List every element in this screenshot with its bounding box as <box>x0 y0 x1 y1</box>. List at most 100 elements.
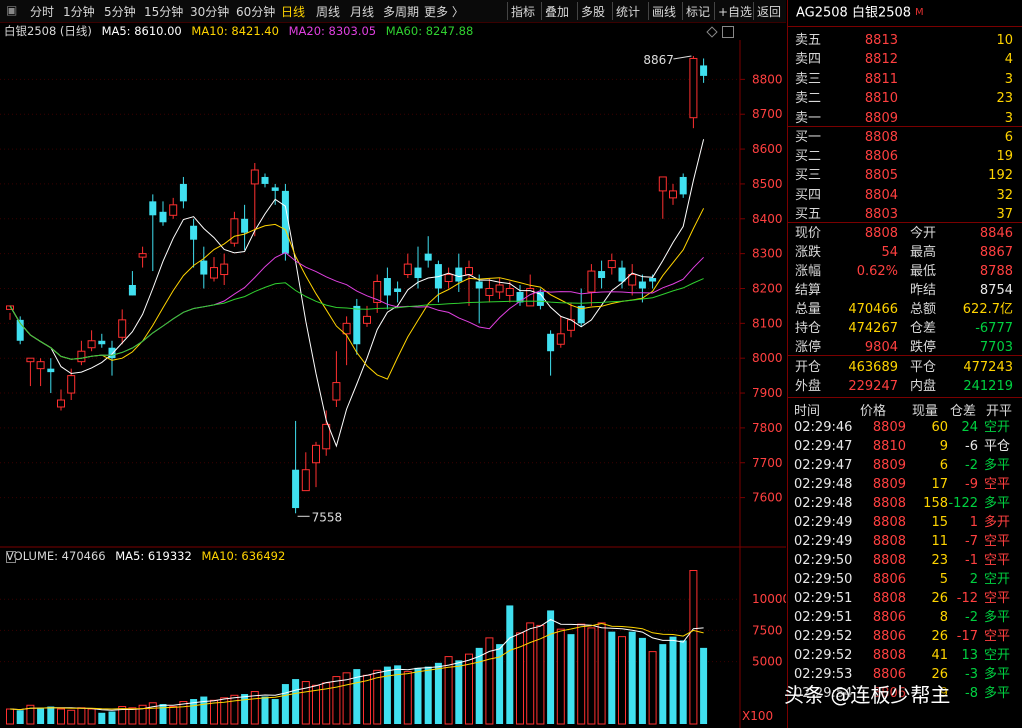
candle <box>689 56 698 129</box>
tick-price: 8806 <box>872 572 906 587</box>
kline-chart[interactable]: 8800 8700 8600 8500 8400 8300 8200 8100 8000 7900… <box>0 0 786 728</box>
candle-body <box>689 57 698 119</box>
tick-oi-change: -12 <box>956 591 978 606</box>
candle-body <box>220 263 229 276</box>
stat-label: 总量 <box>795 302 822 317</box>
candle-body <box>261 176 269 184</box>
volume-bar <box>108 711 116 724</box>
tick-price: 8808 <box>872 648 906 663</box>
candle-body <box>669 190 677 199</box>
price-tick-label: 8500 <box>752 177 783 191</box>
tick-volume: 60 <box>931 420 948 435</box>
tick-price: 8808 <box>872 534 906 549</box>
tick-row: 02:29:52 8806 26 -17 空平 <box>788 627 1022 646</box>
tick-open-close: 空平 <box>984 534 1011 549</box>
tick-volume: 17 <box>931 477 948 492</box>
tick-open-close: 空平 <box>984 629 1011 644</box>
stat-row: 持仓 474267 仓差 -6777 <box>788 320 1022 338</box>
volume-bar <box>47 706 55 724</box>
volume-bar <box>434 662 442 724</box>
divider <box>788 126 1022 127</box>
settings-icon[interactable] <box>722 26 734 38</box>
candle-body <box>271 187 279 191</box>
volume-bar <box>577 623 586 725</box>
tick-row: 02:29:47 8809 6 -2 多平 <box>788 456 1022 475</box>
stat-value: 622.7亿 <box>962 302 1013 317</box>
panel-left-icon[interactable] <box>6 551 16 563</box>
order-price: 8810 <box>864 91 898 107</box>
volume-bar <box>455 660 463 724</box>
candle-body <box>87 340 96 349</box>
low-annotation: 7558 <box>312 510 343 524</box>
price-tick-label: 7800 <box>752 421 783 435</box>
volume-bar <box>67 709 76 725</box>
tick-open-close: 空开 <box>984 648 1011 663</box>
order-price: 8805 <box>864 168 898 184</box>
tick-oi-change: -8 <box>965 686 978 701</box>
volume-bar <box>587 627 596 725</box>
stat-value: -6777 <box>975 321 1013 336</box>
volume-bar <box>403 671 412 725</box>
stat-value: 0.62% <box>856 264 898 279</box>
volume-bar <box>547 610 555 724</box>
volume-legend: VOLUME: 470466 MA5: 619332 MA10: 636492 <box>6 549 291 565</box>
candle-body <box>250 169 259 185</box>
flow-value: 241219 <box>963 379 1013 394</box>
price-tick-label: 8800 <box>752 72 783 86</box>
volume-bar <box>200 696 208 724</box>
volume-unit-label: X100 <box>742 709 773 723</box>
tick-open-close: 多平 <box>984 667 1011 682</box>
tick-header-price: 价格 <box>860 404 887 419</box>
tick-time: 02:29:49 <box>794 515 853 530</box>
flow-row: 开仓 463689 平仓 477243 <box>788 359 1022 377</box>
volume-bar <box>57 708 65 725</box>
candle-body <box>169 204 178 216</box>
tick-volume: 11 <box>931 534 948 549</box>
tick-header-oi-change: 仓差 <box>950 404 977 419</box>
volume-bar <box>556 628 565 725</box>
tick-volume: 15 <box>931 515 948 530</box>
candle-body <box>587 270 596 293</box>
tick-volume: 23 <box>931 553 948 568</box>
ma60-legend: MA60: 8247.88 <box>385 24 474 38</box>
volume-bar <box>679 640 687 724</box>
order-label: 买四 <box>795 187 822 203</box>
tick-time: 02:29:51 <box>794 591 853 606</box>
tick-time: 02:29:48 <box>794 477 853 492</box>
order-volume: 6 <box>1004 130 1013 145</box>
order-volume: 3 <box>1004 110 1013 126</box>
candle-body <box>658 176 667 192</box>
volume-bar <box>567 634 575 724</box>
volume-bar <box>648 651 657 725</box>
order-volume: 32 <box>996 187 1013 203</box>
stat-value: 8808 <box>864 226 898 241</box>
candle-body <box>77 350 86 363</box>
volume-bar <box>496 644 504 724</box>
volume-bar <box>169 706 178 725</box>
volume-bar <box>659 644 667 724</box>
order-price: 8806 <box>864 149 898 165</box>
tick-volume: 5 <box>939 572 948 587</box>
candle-body <box>424 253 432 261</box>
candle-body <box>98 340 106 345</box>
volume-bar <box>414 667 422 724</box>
order-label: 买二 <box>795 149 822 165</box>
volume-bar <box>261 696 269 724</box>
candle-body <box>179 183 187 202</box>
tick-open-close: 多平 <box>984 686 1011 701</box>
tick-time: 02:29:51 <box>794 610 853 625</box>
tick-oi-change: 13 <box>961 648 978 663</box>
tick-oi-change: -17 <box>956 629 978 644</box>
volume-bar <box>638 637 646 724</box>
tick-price: 8806 <box>872 610 906 625</box>
tick-price: 8808 <box>872 515 906 530</box>
price-tick-label: 8000 <box>752 351 783 365</box>
volume-bar <box>241 694 249 724</box>
candle-body <box>292 469 300 509</box>
candle-body <box>210 267 218 279</box>
tick-open-close: 空平 <box>984 591 1011 606</box>
volume-bar <box>77 707 86 725</box>
tick-time: 02:29:52 <box>794 648 853 663</box>
tick-oi-change: -9 <box>965 477 978 492</box>
volume-bar <box>424 666 432 724</box>
